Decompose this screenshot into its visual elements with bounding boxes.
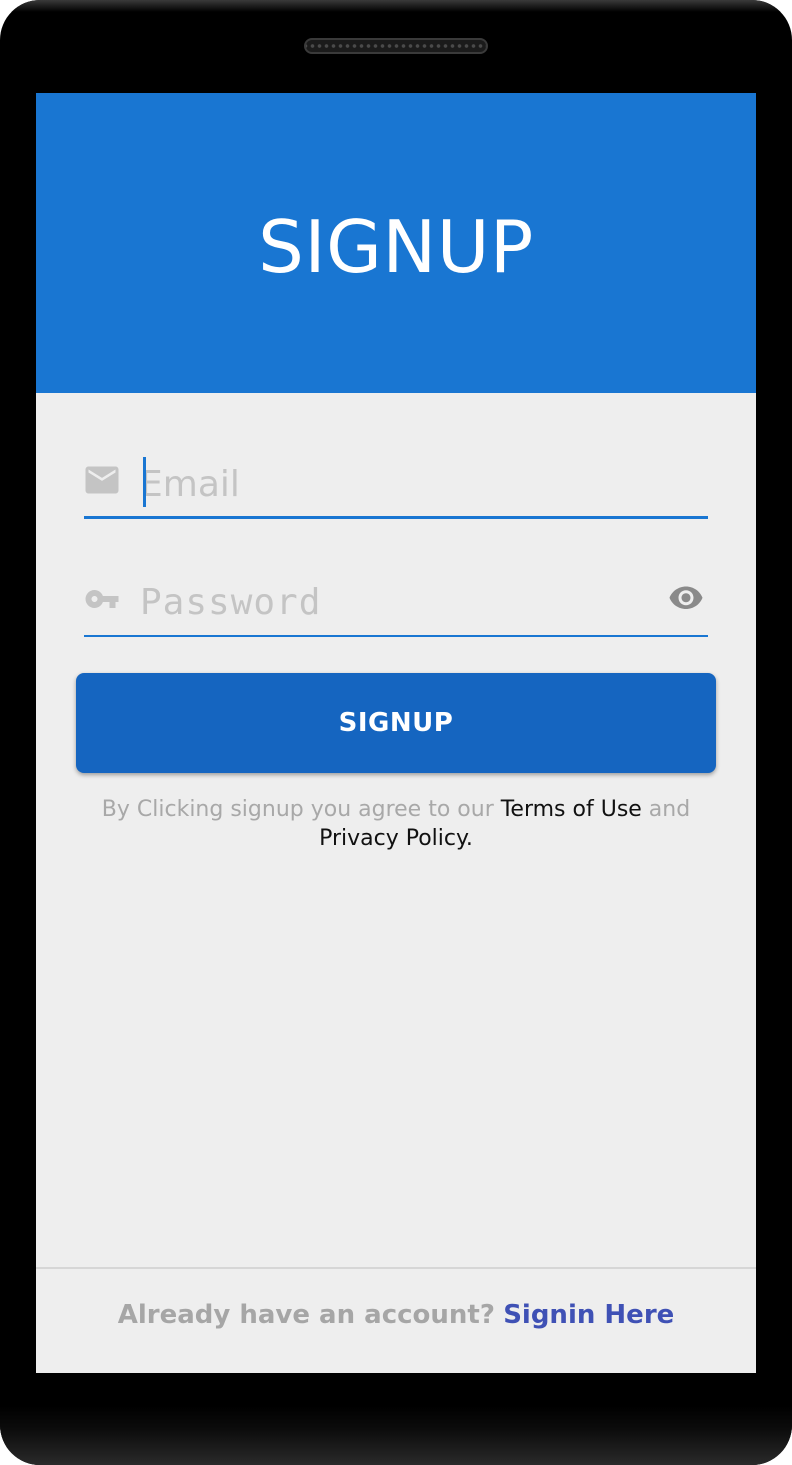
device-bezel-top [0,0,792,12]
signup-button[interactable]: SIGNUP [76,673,716,773]
email-underline [84,516,708,519]
footer-divider [36,1267,756,1269]
phone-frame: SIGNUP Email SIGNUP By Clicking signup y… [0,0,792,1465]
terms-middle: and [641,797,691,822]
device-bezel-bottom [0,1406,792,1465]
terms-notice: By Clicking signup you agree to our Term… [76,795,716,853]
password-underline [84,635,708,637]
mail-icon [84,465,120,499]
terms-of-use-link[interactable]: Terms of Use [501,797,642,822]
eye-icon[interactable] [668,583,708,623]
signin-question: Already have an account? [117,1300,495,1330]
signin-prompt: Already have an account? Signin Here [36,1297,756,1333]
terms-prefix: By Clicking signup you agree to our [101,797,501,822]
password-field[interactable] [84,567,708,637]
earpiece-speaker [304,38,488,54]
password-input[interactable] [140,577,660,627]
page-title: SIGNUP [258,205,534,289]
privacy-policy-link[interactable]: Privacy Policy. [319,826,473,851]
key-icon [84,587,120,615]
signup-header: SIGNUP [36,93,756,393]
app-screen: SIGNUP Email SIGNUP By Clicking signup y… [36,93,756,1373]
text-cursor [143,457,146,507]
signin-link[interactable]: Signin Here [503,1300,674,1330]
email-input[interactable] [140,459,660,509]
email-field[interactable] [84,449,708,519]
